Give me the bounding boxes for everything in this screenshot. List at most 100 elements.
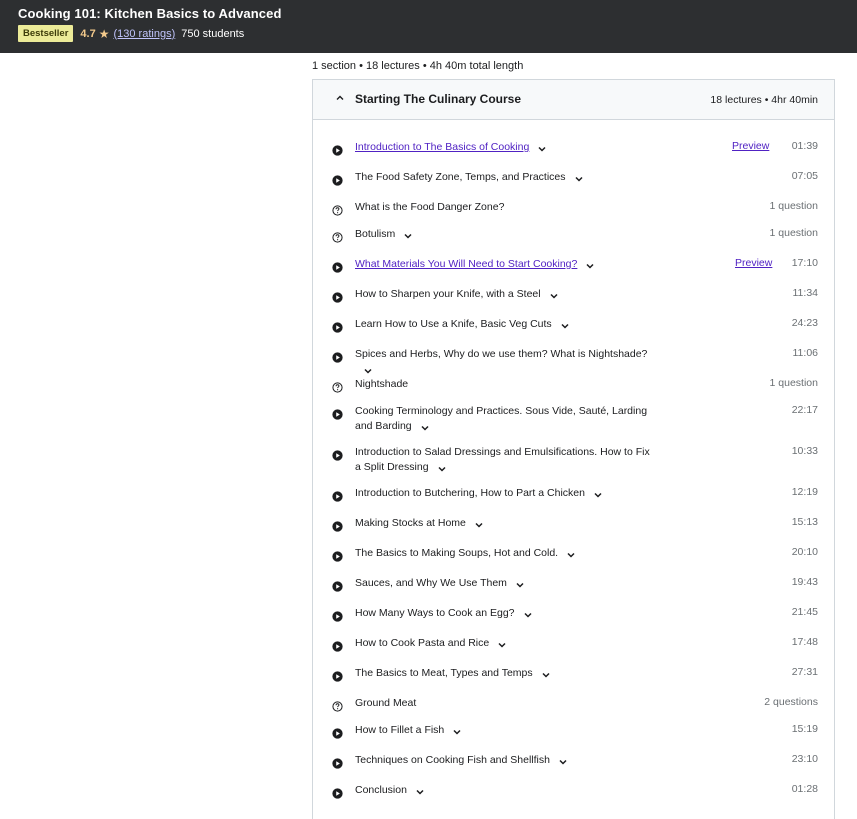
play-circle-icon [332, 726, 343, 739]
chevron-down-icon[interactable] [452, 726, 462, 735]
lecture-title-text: Conclusion [355, 784, 407, 796]
chevron-down-icon[interactable] [515, 579, 525, 588]
lecture-title: Introduction to Butchering, How to Part … [355, 486, 655, 501]
course-section: Starting The Culinary Course 18 lectures… [312, 79, 835, 819]
chevron-down-icon[interactable] [437, 463, 447, 472]
play-circle-icon [332, 320, 343, 333]
play-circle-icon [332, 639, 343, 652]
lecture-title: Techniques on Cooking Fish and Shellfish [355, 753, 655, 768]
lecture-duration: 20:10 [791, 546, 818, 558]
rating-value: 4.7 [80, 27, 96, 40]
lecture-duration: 24:23 [791, 317, 818, 329]
lecture-title: The Food Safety Zone, Temps, and Practic… [355, 170, 655, 185]
lecture-duration: 11:06 [792, 347, 819, 359]
lecture-title-text: How to Fillet a Fish [355, 724, 445, 736]
question-count: 1 question [769, 377, 818, 389]
play-circle-icon [332, 350, 343, 363]
lecture-title-text: Spices and Herbs, Why do we use them? Wh… [355, 348, 648, 360]
lecture-duration: 23:10 [791, 753, 818, 765]
chevron-down-icon[interactable] [497, 639, 507, 648]
play-circle-icon [332, 407, 343, 420]
lecture-duration: 27:31 [791, 666, 818, 678]
chevron-down-icon[interactable] [420, 422, 430, 431]
play-circle-icon [332, 260, 343, 273]
chevron-down-icon[interactable] [593, 489, 603, 498]
play-circle-icon [332, 290, 343, 303]
lecture-title-text: The Basics to Meat, Types and Temps [355, 667, 533, 679]
play-circle-icon [332, 143, 343, 156]
lecture-title-link[interactable]: What Materials You Will Need to Start Co… [355, 258, 577, 270]
chevron-down-icon[interactable] [403, 230, 413, 239]
lecture-title: How to Fillet a Fish [355, 723, 655, 738]
lecture-duration: 11:34 [792, 287, 819, 299]
lecture-title: Spices and Herbs, Why do we use them? Wh… [355, 347, 655, 377]
course-header: Cooking 101: Kitchen Basics to Advanced … [0, 0, 857, 53]
lecture-title-text: Introduction to Butchering, How to Part … [355, 487, 585, 499]
lecture-title: Conclusion [355, 783, 655, 798]
play-circle-icon [332, 448, 343, 461]
chevron-down-icon[interactable] [474, 519, 484, 528]
chevron-down-icon[interactable] [541, 669, 551, 678]
chevron-up-icon [336, 95, 344, 100]
lecture-title: Ground Meat [355, 696, 655, 711]
chevron-down-icon[interactable] [363, 365, 373, 374]
lecture-title-text: Introduction to Salad Dressings and Emul… [355, 446, 650, 473]
lecture-title-text: Botulism [355, 228, 396, 240]
section-title: Starting The Culinary Course [355, 92, 522, 106]
chevron-down-icon[interactable] [558, 756, 568, 765]
preview-link[interactable]: Preview [735, 257, 772, 269]
lecture-duration: 17:48 [791, 636, 818, 648]
chevron-down-icon[interactable] [566, 549, 576, 558]
curriculum-summary: 1 section • 18 lectures • 4h 40m total l… [312, 60, 524, 72]
question-count: 2 questions [764, 696, 818, 708]
course-meta: Bestseller 4.7 ★ (130 ratings) 750 stude… [18, 25, 244, 42]
question-circle-icon [332, 699, 343, 712]
course-title: Cooking 101: Kitchen Basics to Advanced [18, 6, 282, 21]
lecture-title[interactable]: What Materials You Will Need to Start Co… [355, 257, 655, 272]
lecture-title[interactable]: Introduction to The Basics of Cooking [355, 140, 655, 155]
lecture-title-text: The Food Safety Zone, Temps, and Practic… [355, 171, 566, 183]
lecture-title-text: Sauces, and Why We Use Them [355, 577, 507, 589]
lecture-duration: 07:05 [791, 170, 818, 182]
play-circle-icon [332, 756, 343, 769]
lecture-title: Botulism [355, 227, 655, 242]
lecture-title: Making Stocks at Home [355, 516, 655, 531]
lecture-title-text: Ground Meat [355, 697, 417, 709]
lecture-title-text: What is the Food Danger Zone? [355, 201, 505, 213]
chevron-down-icon[interactable] [537, 143, 547, 152]
lecture-duration: 19:43 [791, 576, 818, 588]
lecture-title: How to Cook Pasta and Rice [355, 636, 655, 651]
play-circle-icon [332, 579, 343, 592]
chevron-down-icon[interactable] [549, 290, 559, 299]
question-count: 1 question [769, 200, 818, 212]
lecture-duration: 10:33 [791, 445, 818, 457]
play-circle-icon [332, 549, 343, 562]
section-meta: 18 lectures • 4hr 40min [710, 94, 818, 106]
question-circle-icon [332, 203, 343, 216]
play-circle-icon [332, 669, 343, 682]
lecture-title-text: Nightshade [355, 378, 409, 390]
lecture-duration: 21:45 [791, 606, 818, 618]
lecture-title-text: Techniques on Cooking Fish and Shellfish [355, 754, 550, 766]
question-count: 1 question [769, 227, 818, 239]
play-circle-icon [332, 609, 343, 622]
preview-link[interactable]: Preview [732, 140, 769, 152]
question-circle-icon [332, 380, 343, 393]
lecture-title: Sauces, and Why We Use Them [355, 576, 655, 591]
lecture-duration: 15:19 [791, 723, 818, 735]
chevron-down-icon[interactable] [415, 786, 425, 795]
chevron-down-icon[interactable] [574, 173, 584, 182]
lecture-title: Introduction to Salad Dressings and Emul… [355, 445, 655, 475]
section-header[interactable]: Starting The Culinary Course 18 lectures… [313, 80, 834, 120]
star-icon: ★ [98, 26, 110, 41]
ratings-count-link[interactable]: (130 ratings) [113, 28, 175, 40]
lecture-title-link[interactable]: Introduction to The Basics of Cooking [355, 141, 529, 153]
lecture-duration: 01:28 [791, 783, 818, 795]
chevron-down-icon[interactable] [560, 320, 570, 329]
lecture-title: The Basics to Making Soups, Hot and Cold… [355, 546, 655, 561]
play-circle-icon [332, 489, 343, 502]
chevron-down-icon[interactable] [523, 609, 533, 618]
chevron-down-icon[interactable] [585, 260, 595, 269]
lecture-duration: 12:19 [791, 486, 818, 498]
lecture-title-text: Making Stocks at Home [355, 517, 466, 529]
